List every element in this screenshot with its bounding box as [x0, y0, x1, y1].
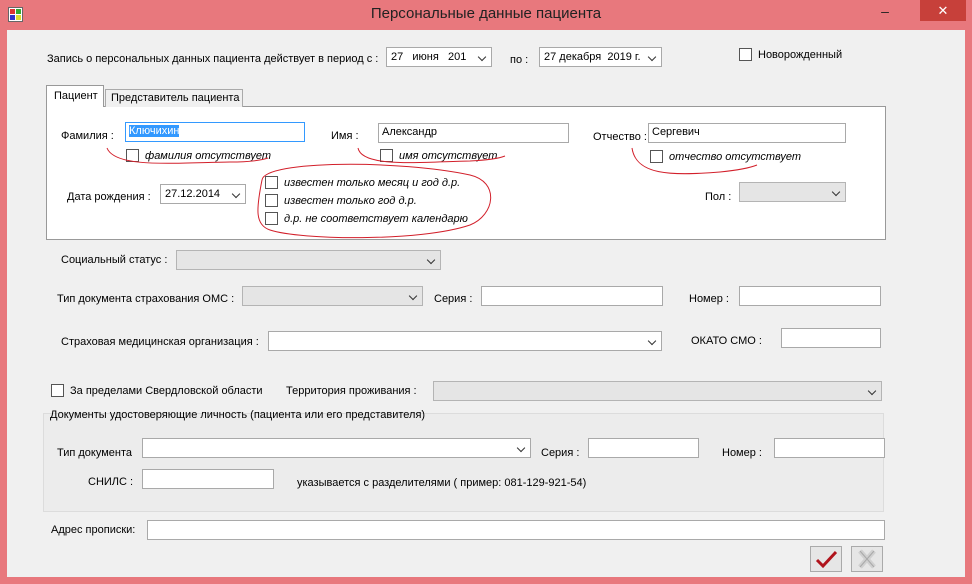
id-doc-type-select[interactable]	[142, 438, 531, 458]
chevron-down-icon[interactable]	[645, 332, 661, 350]
oms-doc-type-label: Тип документа страхования ОМС :	[57, 293, 235, 305]
territory-select[interactable]	[433, 381, 882, 401]
oms-series-label: Серия :	[434, 293, 473, 305]
outside-region-checkbox[interactable]	[51, 384, 64, 397]
chevron-down-icon[interactable]	[424, 251, 440, 269]
outside-region-label: За пределами Свердловской области	[70, 385, 263, 397]
address-label: Адрес прописки:	[51, 524, 136, 536]
snils-input[interactable]	[142, 469, 274, 489]
smo-select[interactable]	[268, 331, 662, 351]
chevron-down-icon[interactable]	[865, 382, 881, 400]
annotation-underline-name	[357, 147, 506, 164]
id-documents-group	[43, 413, 884, 512]
chevron-down-icon[interactable]	[406, 287, 422, 305]
oms-series-input[interactable]	[481, 286, 663, 306]
cross-icon	[858, 549, 876, 569]
checkmark-icon	[815, 550, 838, 569]
okato-smo-label: ОКАТО СМО :	[691, 335, 762, 347]
territory-label: Территория проживания :	[286, 385, 417, 397]
ok-button[interactable]	[810, 546, 842, 572]
id-doc-series-input[interactable]	[588, 438, 699, 458]
smo-label: Страховая медицинская организация :	[61, 336, 259, 348]
oms-number-label: Номер :	[689, 293, 729, 305]
snils-hint: указывается с разделителями ( пример: 08…	[297, 477, 587, 489]
id-doc-type-label: Тип документа	[57, 447, 133, 459]
annotation-underline-patronymic	[631, 147, 758, 175]
annotation-underline-surname	[106, 147, 269, 164]
social-status-select[interactable]	[176, 250, 441, 270]
oms-doc-type-select[interactable]	[242, 286, 423, 306]
cancel-button[interactable]	[851, 546, 883, 572]
address-input[interactable]	[147, 520, 885, 540]
okato-smo-input[interactable]	[781, 328, 881, 348]
id-doc-number-input[interactable]	[774, 438, 885, 458]
annotation-ellipse-birth	[257, 163, 492, 239]
id-documents-group-label: Документы удостоверяющие личность (пацие…	[50, 409, 426, 421]
snils-label: СНИЛС :	[88, 476, 134, 488]
social-status-label: Социальный статус :	[61, 254, 168, 266]
chevron-down-icon[interactable]	[514, 439, 530, 457]
oms-number-input[interactable]	[739, 286, 881, 306]
id-doc-number-label: Номер :	[722, 447, 762, 459]
id-doc-series-label: Серия :	[541, 447, 580, 459]
